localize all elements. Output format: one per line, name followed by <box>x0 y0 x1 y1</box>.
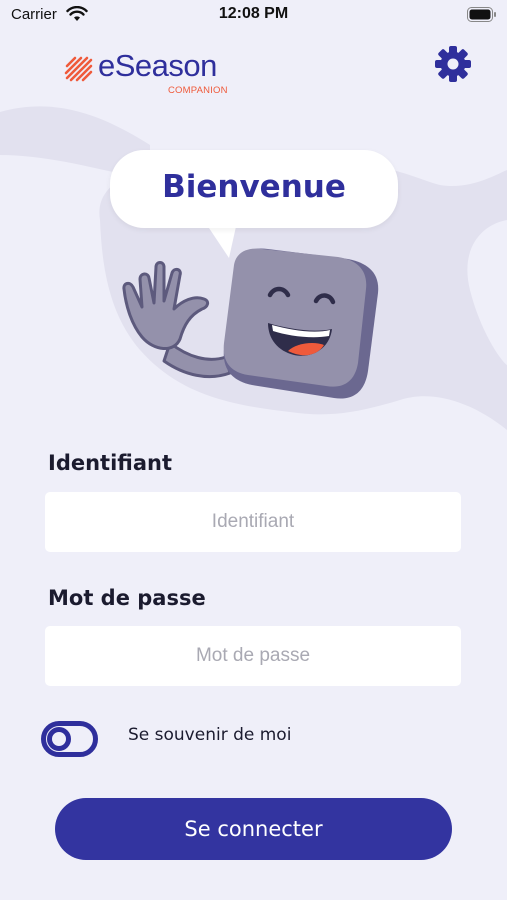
settings-button[interactable] <box>433 44 473 84</box>
waving-mascot-icon <box>122 248 379 399</box>
logo-subtitle: COMPANION <box>168 85 228 96</box>
remember-me-toggle[interactable] <box>41 721 98 757</box>
gear-icon <box>435 46 471 82</box>
login-button[interactable]: Se connecter <box>55 798 452 860</box>
brand-logo: eSeason COMPANION <box>64 48 244 102</box>
username-label: Identifiant <box>48 451 173 475</box>
battery-icon <box>467 7 496 22</box>
password-label: Mot de passe <box>48 586 206 610</box>
toggle-knob <box>47 727 71 751</box>
logo-wordmark: eSeason <box>98 48 217 83</box>
speech-bubble: Bienvenue <box>110 150 398 228</box>
username-input[interactable] <box>45 492 461 552</box>
remember-me-label: Se souvenir de moi <box>128 725 292 745</box>
password-input[interactable] <box>45 626 461 686</box>
logo-stripes-icon <box>64 56 93 82</box>
welcome-heading: Bienvenue <box>162 169 346 205</box>
status-bar: Carrier 12:08 PM <box>0 0 507 34</box>
clock: 12:08 PM <box>218 5 289 22</box>
